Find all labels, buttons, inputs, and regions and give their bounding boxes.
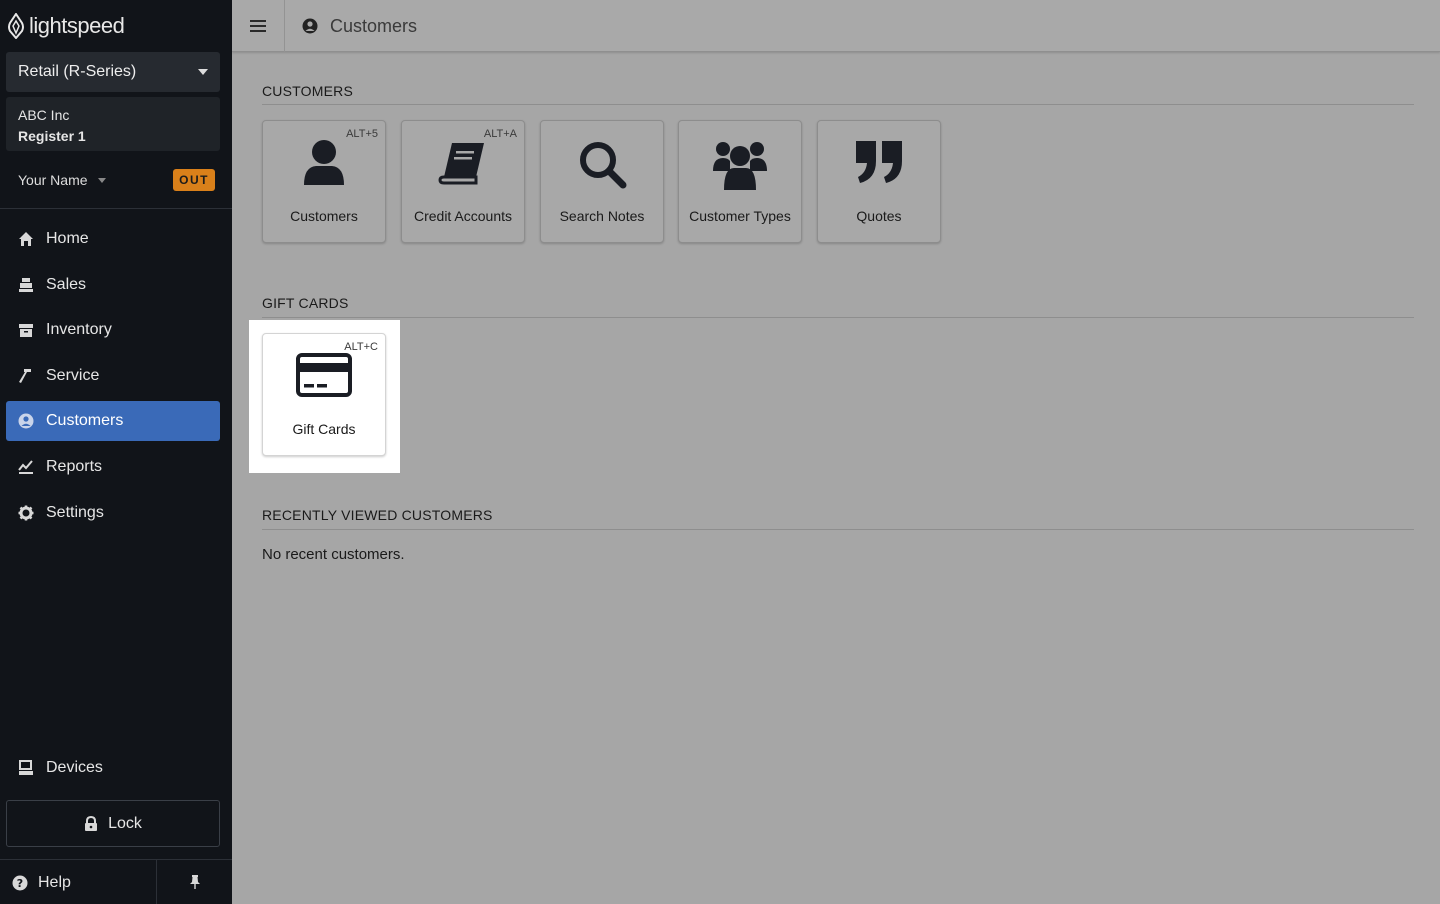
nav-label: Home bbox=[46, 230, 89, 247]
nav-item-devices[interactable]: Devices bbox=[6, 748, 220, 788]
lock-button[interactable]: Lock bbox=[6, 800, 220, 847]
tile-label: Credit Accounts bbox=[413, 208, 513, 224]
tile-label: Quotes bbox=[856, 208, 902, 224]
tile-customers[interactable]: ALT+5 Customers bbox=[262, 120, 386, 243]
status-badge[interactable]: OUT bbox=[173, 169, 215, 191]
store-select[interactable]: Retail (R-Series) bbox=[6, 52, 220, 92]
logo-text: lightspeed bbox=[29, 13, 125, 38]
tile-label: Customer Types bbox=[689, 208, 791, 224]
search-icon bbox=[541, 139, 663, 189]
page-title-text: Customers bbox=[330, 15, 418, 36]
nav-item-customers[interactable]: Customers bbox=[6, 401, 220, 442]
quote-icon bbox=[818, 139, 940, 185]
section-title-gift-cards: GIFT CARDS bbox=[262, 295, 349, 311]
company-name: ABC Inc bbox=[18, 107, 70, 123]
tile-quotes[interactable]: Quotes bbox=[817, 120, 941, 243]
nav-label: Service bbox=[46, 366, 100, 384]
store-select-label: Retail (R-Series) bbox=[18, 63, 137, 80]
help-icon: ? bbox=[12, 875, 28, 890]
pin-button[interactable] bbox=[157, 860, 232, 904]
inventory-icon bbox=[18, 322, 34, 338]
main-nav: Home Sales Inventory Service Customers R… bbox=[6, 219, 220, 538]
register-name: Register 1 bbox=[18, 128, 86, 144]
svg-text:?: ? bbox=[17, 877, 23, 890]
credit-card-icon bbox=[263, 352, 385, 398]
chart-icon bbox=[18, 459, 34, 475]
register-info: ABC Inc Register 1 bbox=[6, 97, 220, 151]
devices-label: Devices bbox=[46, 759, 103, 776]
section-title-recent: RECENTLY VIEWED CUSTOMERS bbox=[262, 507, 493, 523]
sidebar: lightspeed Retail (R-Series) ABC Inc Reg… bbox=[0, 0, 232, 904]
help-button[interactable]: ? Help bbox=[0, 860, 157, 904]
help-label: Help bbox=[38, 873, 71, 891]
caret-down-icon bbox=[97, 177, 106, 183]
hammer-icon bbox=[18, 368, 34, 384]
user-circle-icon bbox=[18, 413, 34, 429]
lock-icon bbox=[85, 815, 98, 831]
tile-search-notes[interactable]: Search Notes bbox=[540, 120, 664, 243]
users-icon bbox=[679, 139, 801, 191]
tile-label: Gift Cards bbox=[292, 421, 356, 437]
book-icon bbox=[402, 139, 524, 187]
top-bar: Customers bbox=[232, 0, 1440, 52]
nav-label: Settings bbox=[46, 503, 104, 521]
section-divider bbox=[262, 317, 1414, 318]
caret-down-icon bbox=[198, 69, 208, 75]
nav-item-sales[interactable]: Sales bbox=[6, 265, 220, 305]
nav-item-inventory[interactable]: Inventory bbox=[6, 310, 220, 350]
user-name: Your Name bbox=[18, 172, 88, 188]
tile-gift-cards[interactable]: ALT+C Gift Cards bbox=[262, 333, 386, 456]
nav-item-home[interactable]: Home bbox=[6, 219, 220, 259]
section-divider bbox=[262, 529, 1414, 530]
tile-label: Search Notes bbox=[559, 208, 645, 224]
user-icon bbox=[263, 139, 385, 187]
tile-customer-types[interactable]: Customer Types bbox=[678, 120, 802, 243]
home-icon bbox=[18, 231, 34, 247]
nav-label: Inventory bbox=[46, 321, 112, 339]
tile-label: Customers bbox=[290, 208, 358, 224]
page-title: Customers bbox=[302, 0, 417, 52]
flame-icon bbox=[8, 13, 24, 39]
section-divider bbox=[262, 104, 1414, 105]
nav-label: Customers bbox=[46, 412, 124, 430]
nav-item-reports[interactable]: Reports bbox=[6, 447, 220, 487]
menu-toggle-button[interactable] bbox=[232, 0, 285, 52]
register-icon bbox=[18, 277, 34, 293]
divider bbox=[0, 208, 232, 209]
section-title-customers: CUSTOMERS bbox=[262, 83, 353, 99]
user-menu[interactable]: Your Name OUT bbox=[18, 168, 215, 192]
devices-icon bbox=[18, 760, 34, 776]
gear-icon bbox=[18, 505, 34, 521]
nav-item-service[interactable]: Service bbox=[6, 356, 220, 396]
hamburger-icon bbox=[250, 20, 266, 32]
lock-label: Lock bbox=[108, 814, 142, 832]
nav-item-settings[interactable]: Settings bbox=[6, 493, 220, 533]
nav-label: Reports bbox=[46, 457, 103, 475]
user-circle-icon bbox=[302, 18, 318, 34]
logo[interactable]: lightspeed bbox=[7, 12, 125, 40]
empty-state-text: No recent customers. bbox=[262, 546, 405, 563]
tile-credit-accounts[interactable]: ALT+A Credit Accounts bbox=[401, 120, 525, 243]
nav-label: Sales bbox=[46, 275, 87, 293]
sidebar-footer: ? Help bbox=[0, 859, 232, 904]
pin-icon bbox=[189, 875, 200, 889]
